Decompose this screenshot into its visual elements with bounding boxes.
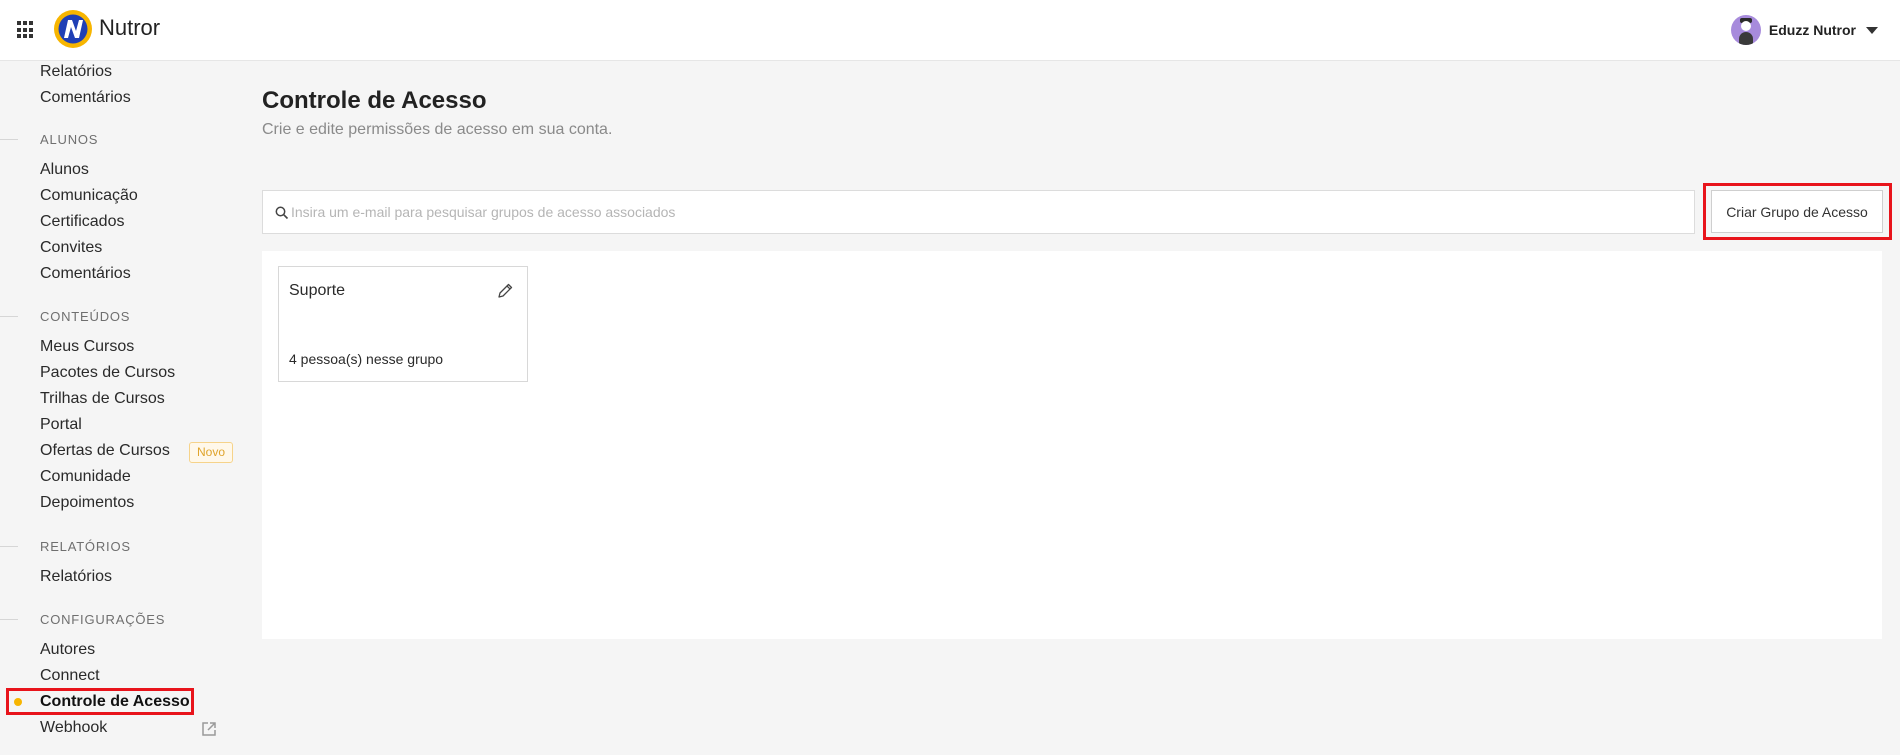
user-name: Eduzz Nutror: [1768, 22, 1856, 38]
highlight-box: [6, 688, 194, 715]
sidebar-item-meus-cursos[interactable]: Meus Cursos: [40, 338, 134, 356]
create-access-group-button[interactable]: Criar Grupo de Acesso: [1711, 190, 1883, 233]
avatar: [1730, 15, 1761, 45]
brand-name[interactable]: Nutror: [99, 15, 160, 41]
sidebar-item-pacotes-de-cursos[interactable]: Pacotes de Cursos: [40, 364, 175, 382]
apps-grid-icon[interactable]: [17, 21, 35, 39]
sidebar-item-connect[interactable]: Connect: [40, 667, 100, 685]
page-subtitle: Crie e edite permissões de acesso em sua…: [262, 121, 613, 138]
sidebar-item-autores[interactable]: Autores: [40, 641, 95, 659]
sidebar-item-comunidade[interactable]: Comunidade: [40, 468, 131, 486]
sidebar-item-trilhas-de-cursos[interactable]: Trilhas de Cursos: [40, 390, 165, 408]
sidebar-item-relatorios[interactable]: Relatórios: [40, 568, 112, 586]
page-title: Controle de Acesso: [262, 87, 487, 114]
sidebar-item-webhook[interactable]: Webhook: [40, 719, 107, 737]
sidebar-item-comentarios[interactable]: Comentários: [40, 265, 131, 283]
group-name: Suporte: [289, 282, 346, 299]
sidebar: [0, 61, 240, 755]
section-divider: [0, 546, 18, 547]
section-divider: [0, 619, 18, 620]
sidebar-item-convites[interactable]: Convites: [40, 239, 102, 257]
sidebar-item-portal[interactable]: Portal: [40, 416, 82, 434]
group-card[interactable]: Suporte 4 pessoa(s) nesse grupo: [278, 266, 528, 382]
section-title-alunos: ALUNOS: [40, 132, 99, 147]
sidebar-item-certificados[interactable]: Certificados: [40, 213, 124, 231]
section-title-relatorios: RELATÓRIOS: [40, 539, 131, 554]
section-title-conteudos: CONTEÚDOS: [40, 309, 131, 324]
search-icon: [275, 206, 289, 220]
nutror-logo-icon[interactable]: [53, 9, 93, 49]
sidebar-item-ofertas-de-cursos[interactable]: Ofertas de Cursos: [40, 442, 170, 460]
section-divider: [0, 139, 18, 140]
chevron-down-icon: [1866, 26, 1878, 34]
user-menu[interactable]: Eduzz Nutror: [1730, 14, 1878, 46]
sidebar-item-depoimentos[interactable]: Depoimentos: [40, 494, 134, 512]
sidebar-item-relatorios-top[interactable]: Relatórios: [40, 63, 112, 81]
sidebar-item-comunicacao[interactable]: Comunicação: [40, 187, 138, 205]
sidebar-item-comentarios-top[interactable]: Comentários: [40, 89, 131, 107]
section-divider: [0, 316, 18, 317]
section-title-configuracoes: CONFIGURAÇÕES: [40, 612, 166, 627]
top-bar: Nutror Eduzz Nutror: [0, 0, 1900, 61]
search-input[interactable]: [291, 191, 1671, 233]
group-member-count: 4 pessoa(s) nesse grupo: [289, 351, 444, 367]
new-badge: Novo: [189, 442, 233, 463]
external-link-icon[interactable]: [200, 720, 218, 738]
sidebar-item-alunos[interactable]: Alunos: [40, 161, 89, 179]
pencil-icon[interactable]: [496, 282, 514, 300]
search-bar: [262, 190, 1695, 234]
